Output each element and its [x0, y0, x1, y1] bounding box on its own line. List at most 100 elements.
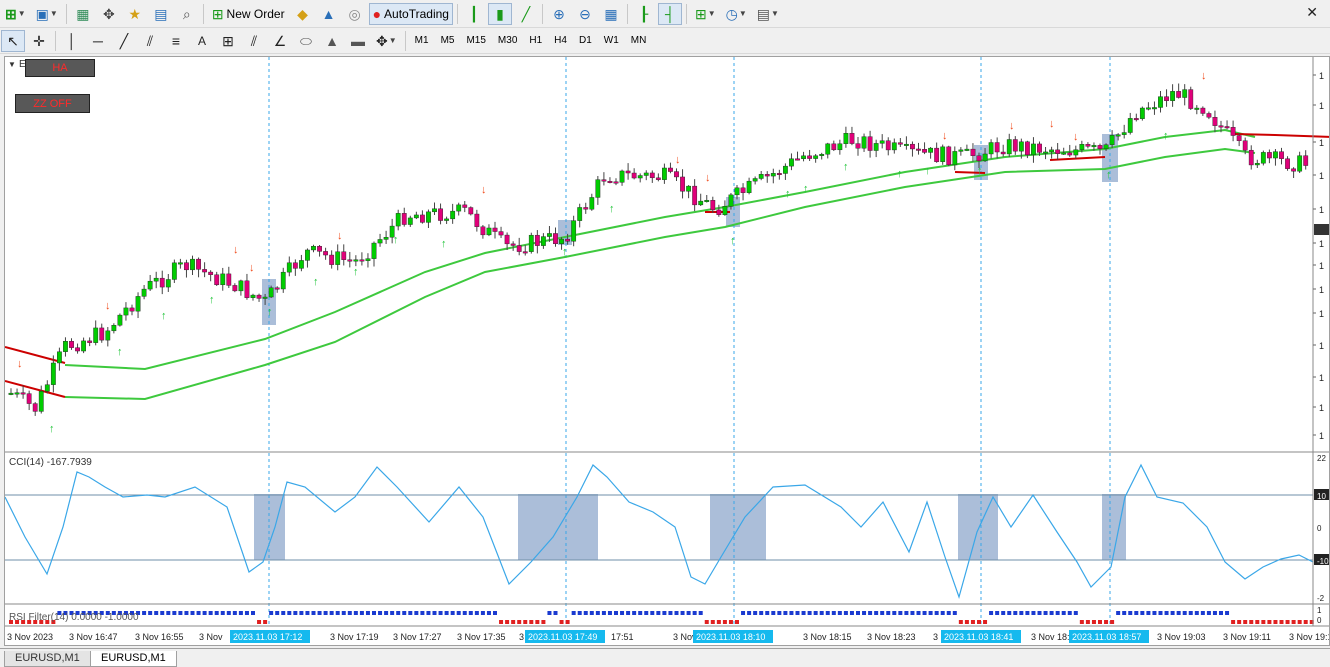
candle-body — [232, 285, 238, 292]
candlestick-icon[interactable]: ▮ — [487, 2, 512, 25]
terminal-icon[interactable]: ▤ — [149, 3, 173, 25]
candle-body — [1273, 151, 1278, 159]
rsi-filter-dot-red — [505, 620, 510, 624]
ha-button[interactable]: HA — [25, 59, 95, 77]
candle-body — [244, 280, 250, 298]
rsi-filter-dot-blue — [837, 611, 842, 615]
rsi-filter-dot-blue — [1219, 611, 1223, 615]
text-label-icon[interactable]: ⊞ — [216, 30, 240, 52]
tab-eurusd-m1[interactable]: EURUSD,M1 — [4, 651, 91, 667]
candle-body — [420, 214, 425, 223]
new-order-button[interactable]: ⊞ New Order — [208, 3, 289, 25]
navigator-icon[interactable]: ★ — [123, 3, 147, 25]
autoscroll-icon[interactable]: ┤ — [657, 2, 682, 25]
data-window-icon[interactable]: ✥ — [97, 3, 121, 25]
close-icon[interactable]: ✕ — [1306, 4, 1318, 21]
candle-body — [1121, 132, 1127, 135]
rsi-filter-dot-red — [257, 620, 262, 624]
rsi-filter-dot-blue — [214, 611, 219, 615]
timeframe-w1[interactable]: W1 — [598, 31, 625, 51]
candle-body — [1158, 96, 1163, 108]
zz-off-button[interactable]: ZZ OFF — [15, 94, 90, 113]
indicators-button[interactable]: ⊞ ▼ — [691, 3, 720, 25]
sell-arrow: ↓ — [481, 184, 487, 196]
candle-body — [583, 207, 589, 210]
buy-arrow: ↑ — [730, 235, 736, 247]
cci-axis-label: 22 — [1317, 454, 1326, 463]
rsi-filter-dot-blue — [1194, 611, 1199, 615]
rsi-filter-dot-blue — [1061, 611, 1066, 615]
timeframe-m5[interactable]: M5 — [435, 31, 461, 51]
timeframe-h4[interactable]: H4 — [548, 31, 573, 51]
rsi-filter-label: RSI Filter(14) 0.0000 -1.0000 — [9, 612, 139, 623]
metaeditor-icon[interactable]: ◆ — [291, 3, 315, 25]
new-chart-button[interactable]: ⊞ ▼ — [1, 3, 30, 25]
rsi-filter-dot-blue — [589, 611, 594, 615]
rectangle-icon[interactable]: ▬ — [346, 30, 370, 52]
crosshair-icon[interactable]: ✛ — [27, 30, 51, 52]
candle-body — [849, 133, 855, 144]
timeframe-d1[interactable]: D1 — [573, 31, 598, 51]
zoom-out-icon[interactable]: ⊖ — [573, 3, 597, 25]
rsi-filter-dot-blue — [1188, 611, 1193, 615]
rsi-filter-dot-blue — [662, 611, 667, 615]
gann-fan-icon[interactable]: ⫽ — [242, 30, 266, 52]
ellipse-icon[interactable]: ⬭ — [294, 30, 318, 52]
rsi-filter-dot-blue — [305, 611, 310, 615]
horizontal-line-icon[interactable]: ─ — [86, 30, 110, 52]
cursor-icon[interactable]: ↖ — [1, 29, 25, 52]
profiles-button[interactable]: ▣ ▼ — [32, 3, 62, 25]
chart-window[interactable]: ↑ ↑ ↑ ↑ ↑ ↑ ↑ ↑ ↑ ↑ ↑ ↑ ↑ ↑ ↑ ↑ ↑ ↑ ↑ ↑ ↓ ↓ ↓ ↓ ↓ ↓ ↓ ↓ ↓ ↓ ↓ ↓ ↓ 1 1 1 1 1 1… — [4, 56, 1330, 646]
zoom-in-icon[interactable]: ⊕ — [547, 3, 571, 25]
triangle-icon[interactable]: ▲ — [320, 30, 344, 52]
chart-canvas[interactable]: ↑ ↑ ↑ ↑ ↑ ↑ ↑ ↑ ↑ ↑ ↑ ↑ ↑ ↑ ↑ ↑ ↑ ↑ ↑ ↑ ↓ ↓ ↓ ↓ ↓ ↓ ↓ ↓ ↓ ↓ ↓ ↓ ↓ 1 1 1 1 1 1… — [5, 57, 1330, 646]
bar-chart-icon[interactable]: ┃ — [462, 3, 486, 25]
line-chart-icon[interactable]: ╱ — [514, 3, 538, 25]
toolbar-separator — [541, 3, 543, 24]
pitchfork-icon[interactable]: ∠ — [268, 30, 292, 52]
rsi-filter-dot-red — [1273, 620, 1278, 624]
strategy-tester-icon[interactable]: ⌕ — [175, 3, 199, 25]
periods-button[interactable]: ◷ ▼ — [722, 3, 751, 25]
timeframe-m1[interactable]: M1 — [409, 31, 435, 51]
vertical-line-icon[interactable]: │ — [60, 30, 84, 52]
candle-body — [807, 155, 813, 159]
candle-body — [504, 234, 510, 245]
rsi-filter-dot-blue — [886, 611, 891, 615]
candle-body — [722, 206, 728, 215]
rsi-filter-dot-blue — [1146, 611, 1151, 615]
rsi-filter-dot-blue — [244, 611, 249, 615]
rsi-filter-dot-blue — [771, 611, 776, 615]
timeframe-h1[interactable]: H1 — [523, 31, 548, 51]
timeframe-mn[interactable]: MN — [625, 31, 653, 51]
autotrading-button[interactable]: ● AutoTrading — [368, 2, 453, 25]
signals-icon[interactable]: ▲ — [317, 3, 341, 25]
rsi-filter-dot-blue — [747, 611, 752, 615]
buy-arrow: ↑ — [161, 310, 167, 322]
sell-arrow: ↓ — [705, 172, 711, 184]
timeframe-m30[interactable]: M30 — [492, 31, 523, 51]
candle-body — [93, 327, 99, 343]
rsi-filter-dot-blue — [184, 611, 189, 615]
equidistant-channel-icon[interactable]: ⫽ — [138, 30, 162, 52]
chart-shift-icon[interactable]: ┠ — [632, 3, 656, 25]
candle-body — [897, 142, 903, 145]
sell-arrow: ↓ — [942, 130, 948, 142]
candle-body — [468, 207, 474, 215]
fibonacci-icon[interactable]: ≡ — [164, 30, 188, 52]
time-axis-label: 3 Nov 19:11 — [1223, 632, 1271, 642]
timeframe-m15[interactable]: M15 — [460, 31, 491, 51]
market-icon[interactable]: ◎ — [343, 3, 367, 25]
market-watch-icon[interactable]: ▦ — [71, 3, 95, 25]
text-icon[interactable]: A — [190, 30, 214, 52]
templates-button[interactable]: ▤ ▼ — [753, 3, 783, 25]
rsi-filter-dot-blue — [420, 611, 425, 615]
trendline-icon[interactable]: ╱ — [112, 30, 136, 52]
rsi-filter-dot-blue — [480, 611, 485, 615]
tab-eurusd-m1-active[interactable]: EURUSD,M1 — [90, 651, 177, 667]
candle-body — [1067, 152, 1073, 156]
chart-collapse-icon[interactable]: ▼ — [8, 60, 16, 69]
arrows-icon[interactable]: ✥ ▼ — [372, 30, 401, 52]
buy-arrow: ↑ — [1106, 169, 1112, 181]
tile-windows-icon[interactable]: ▦ — [599, 3, 623, 25]
